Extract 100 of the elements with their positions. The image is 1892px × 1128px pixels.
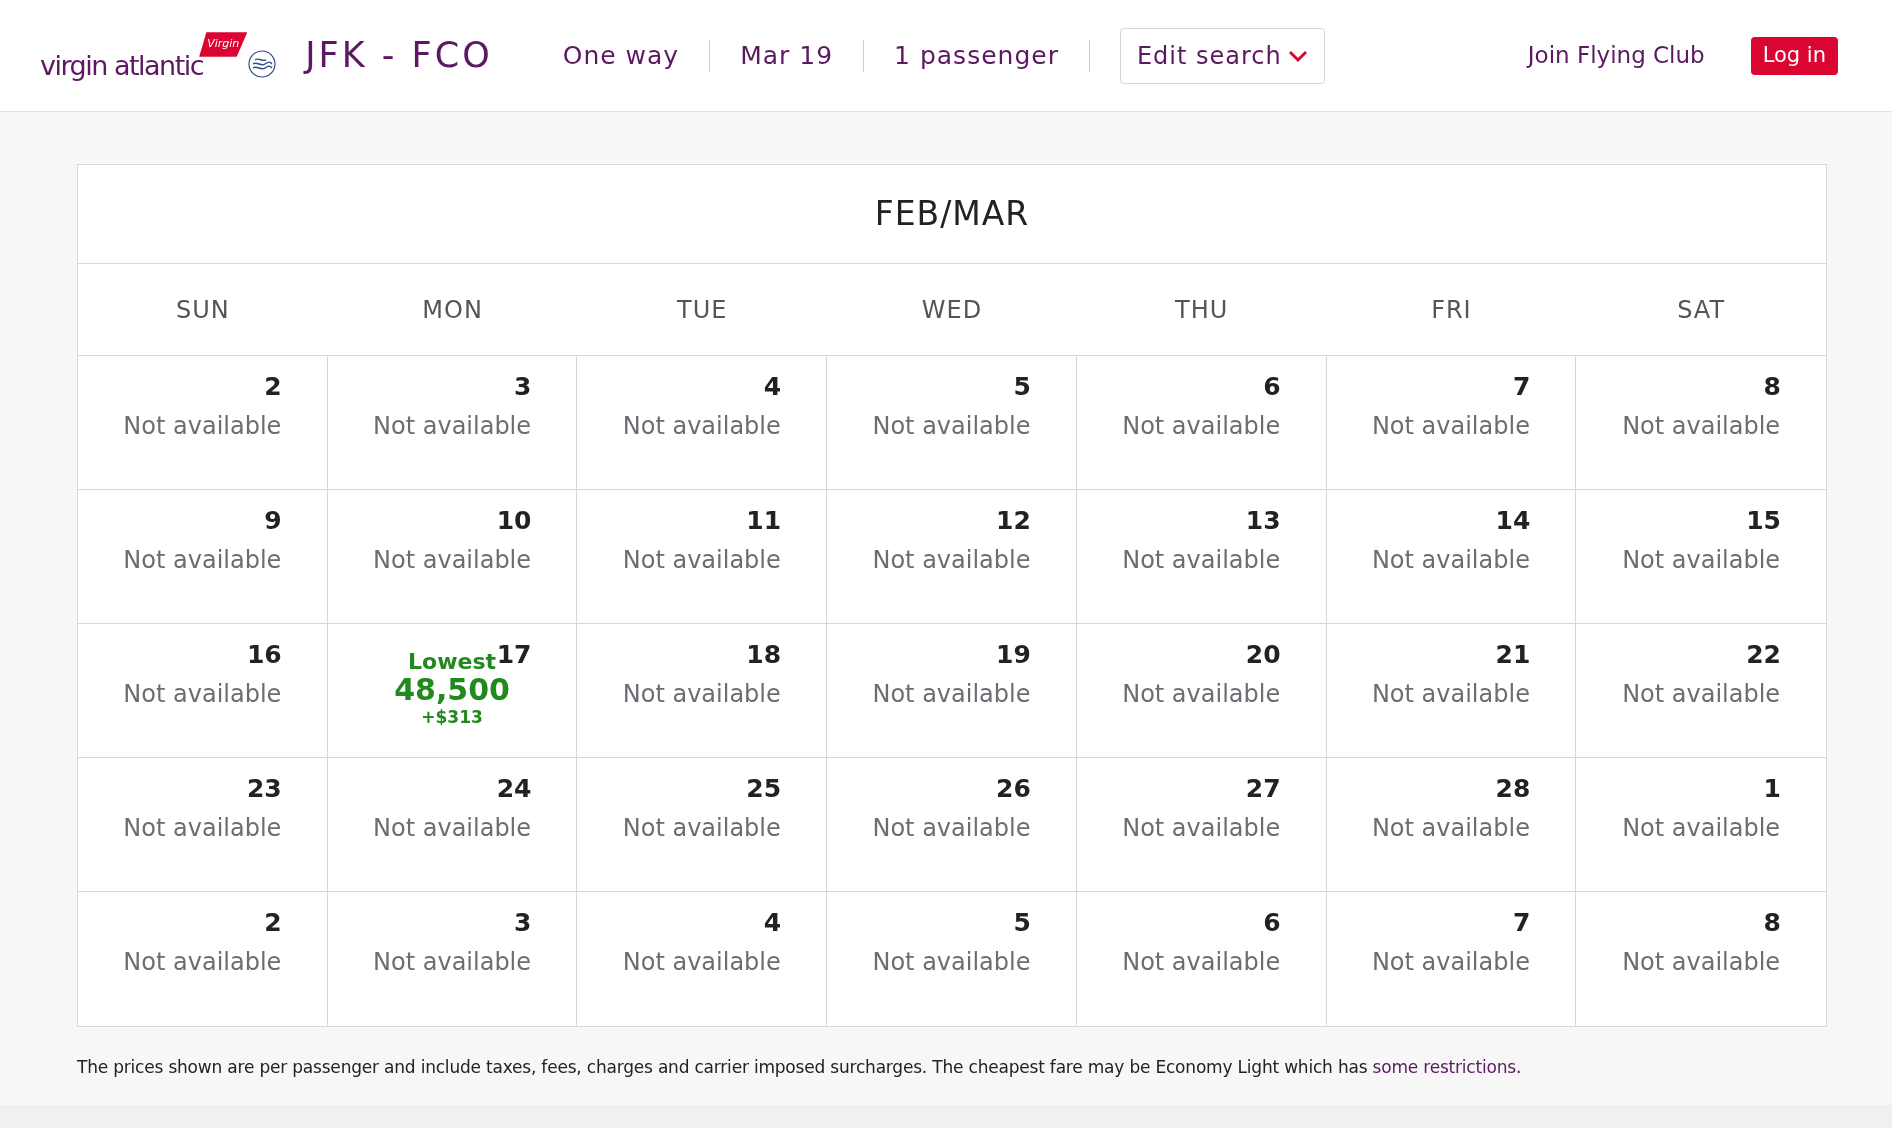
availability-text: Not available (1371, 546, 1530, 574)
availability-text: Not available (1122, 546, 1281, 574)
calendar-day[interactable]: 23 Not available (78, 758, 328, 891)
date-number: 27 (1245, 773, 1281, 805)
calendar-day[interactable]: 16 Not available (78, 624, 328, 757)
availability-text: Not available (1622, 814, 1781, 842)
availability-text: Not available (1622, 680, 1781, 708)
calendar-day[interactable]: 25 Not available (577, 758, 828, 891)
calendar-day[interactable]: 19 Not available (827, 624, 1077, 757)
calendar-day[interactable]: 28 Not available (1326, 758, 1577, 891)
date-number: 5 (1013, 907, 1031, 939)
date-number: 18 (746, 639, 782, 671)
date-number: 11 (746, 505, 782, 537)
calendar-day[interactable]: 7 Not available (1326, 892, 1577, 1026)
calendar-day[interactable]: 3 Not available (327, 356, 578, 489)
date-number: 22 (1746, 639, 1781, 671)
date-number: 3 (514, 907, 532, 939)
calendar-day[interactable]: 20 Not available (1076, 624, 1327, 757)
date-number: 2 (264, 907, 282, 939)
calendar-day[interactable]: 7 Not available (1326, 356, 1577, 489)
availability-text: Not available (1371, 814, 1530, 842)
availability-text: Not available (1371, 680, 1530, 708)
weekday-label: SUN (175, 294, 230, 326)
calendar-day[interactable]: 15 Not available (1576, 490, 1826, 623)
calendar-day[interactable]: 8 Not available (1576, 356, 1826, 489)
surcharge-price: +$313 (421, 709, 483, 726)
date-number: 25 (746, 773, 782, 805)
calendar-day[interactable]: 26 Not available (827, 758, 1077, 891)
availability-text: Not available (872, 680, 1031, 708)
calendar-day[interactable]: 4 Not available (577, 356, 828, 489)
date-number: 17 (496, 639, 532, 671)
availability-text: Not available (123, 412, 282, 440)
calendar-day[interactable]: 12 Not available (827, 490, 1077, 623)
date-number: 19 (996, 639, 1031, 671)
date-number: 4 (763, 371, 782, 403)
date-number: 9 (264, 505, 282, 537)
date-number: 21 (1495, 639, 1531, 671)
trip-detail: One way (562, 39, 680, 72)
alliance-icon (247, 48, 278, 79)
date-number: 7 (1512, 907, 1531, 939)
calendar-day[interactable]: 21 Not available (1326, 624, 1577, 757)
date-number: 7 (1512, 371, 1531, 403)
availability-text: Not available (622, 814, 781, 842)
join-link[interactable]: Join Flying Club (1527, 38, 1705, 73)
availability-text: Not available (373, 814, 532, 842)
availability-text: Not available (373, 412, 532, 440)
date-number: 1 (1763, 773, 1781, 805)
lowest-label: Lowest (408, 651, 497, 673)
date-number: 3 (514, 371, 532, 403)
calendar-day[interactable]: 3 Not available (327, 892, 578, 1026)
date-number: 28 (1495, 773, 1531, 805)
logo[interactable]: virgin atlantic Virgin (40, 32, 278, 79)
availability-text: Not available (872, 412, 1031, 440)
date-number: 13 (1245, 505, 1281, 537)
weekday-label: THU (1175, 294, 1229, 326)
calendar-day[interactable]: 9 Not available (78, 490, 328, 623)
chevron-down-icon (1287, 48, 1308, 63)
restrictions-link[interactable]: some restrictions (1372, 1057, 1516, 1077)
availability-text: Not available (1622, 546, 1781, 574)
date-number: 8 (1763, 371, 1781, 403)
trip-detail: 1 passenger (894, 39, 1059, 72)
calendar-day[interactable]: 5 Not available (827, 356, 1077, 489)
calendar-day[interactable]: 18 Not available (577, 624, 828, 757)
calendar-day[interactable]: 2 Not available (78, 356, 328, 489)
date-number: 12 (996, 505, 1031, 537)
calendar-day[interactable]: 4 Not available (577, 892, 828, 1026)
availability-text: Not available (1622, 412, 1781, 440)
date-number: 6 (1263, 371, 1281, 403)
calendar-day[interactable]: 14 Not available (1326, 490, 1577, 623)
edit-search-button[interactable]: Edit search (1119, 27, 1325, 84)
calendar-day[interactable]: Lowest 48,500 +$313 17 (327, 624, 578, 757)
calendar-day[interactable]: 10 Not available (327, 490, 578, 623)
availability-text: Not available (123, 546, 282, 574)
calendar-day[interactable]: 5 Not available (827, 892, 1077, 1026)
login-button[interactable]: Log in (1750, 36, 1838, 75)
calendar-day[interactable]: 24 Not available (327, 758, 578, 891)
availability-text: Not available (373, 546, 532, 574)
date-number: 14 (1495, 505, 1531, 537)
availability-text: Not available (123, 680, 282, 708)
availability-text: Not available (872, 546, 1031, 574)
calendar-day[interactable]: 27 Not available (1076, 758, 1327, 891)
availability-text: Not available (872, 814, 1031, 842)
calendar-day[interactable]: 2 Not available (78, 892, 328, 1026)
calendar-day[interactable]: 6 Not available (1076, 892, 1327, 1026)
calendar-day[interactable]: 13 Not available (1076, 490, 1327, 623)
availability-text: Not available (1122, 680, 1281, 708)
date-number: 16 (246, 639, 282, 671)
date-number: 6 (1263, 907, 1281, 939)
weekday-label: TUE (677, 294, 728, 326)
calendar-day[interactable]: 11 Not available (577, 490, 828, 623)
weekday-label: MON (422, 294, 483, 326)
calendar-day[interactable]: 1 Not available (1576, 758, 1826, 891)
calendar-day[interactable]: 8 Not available (1576, 892, 1826, 1026)
weekday-label: WED (921, 294, 983, 326)
date-number: 15 (1746, 505, 1781, 537)
date-number: 20 (1245, 639, 1281, 671)
calendar-day[interactable]: 22 Not available (1576, 624, 1826, 757)
availability-text: Not available (1122, 412, 1281, 440)
availability-text: Not available (872, 948, 1031, 976)
calendar-day[interactable]: 6 Not available (1076, 356, 1327, 489)
